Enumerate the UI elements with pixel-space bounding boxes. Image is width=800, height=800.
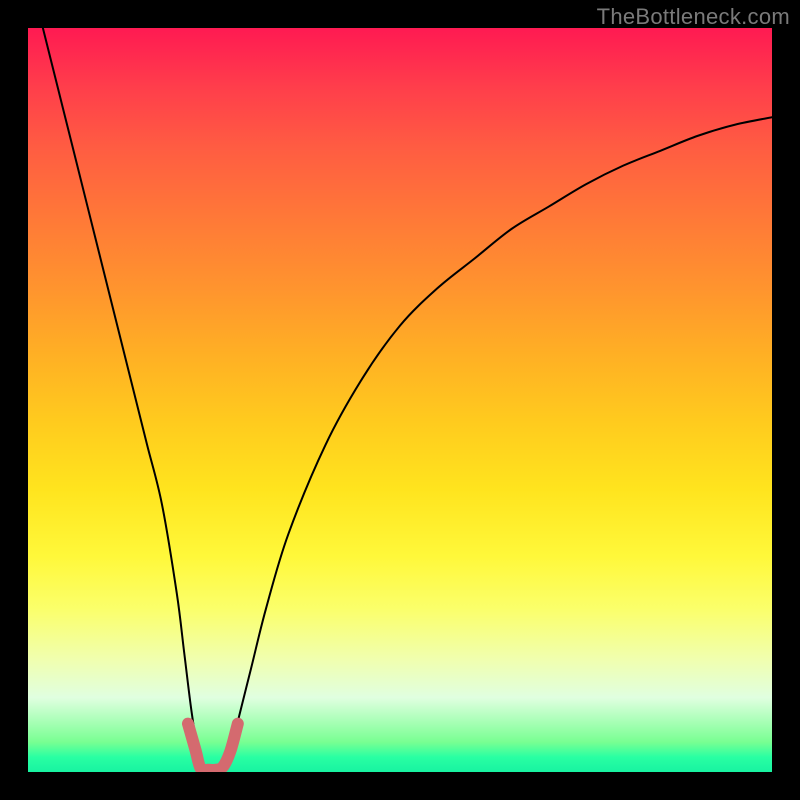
chart-frame: TheBottleneck.com	[0, 0, 800, 800]
chart-svg	[28, 28, 772, 772]
highlight-bottom	[188, 724, 238, 771]
bottleneck-curve	[43, 28, 772, 772]
chart-plot-area	[28, 28, 772, 772]
watermark-text: TheBottleneck.com	[597, 4, 790, 30]
